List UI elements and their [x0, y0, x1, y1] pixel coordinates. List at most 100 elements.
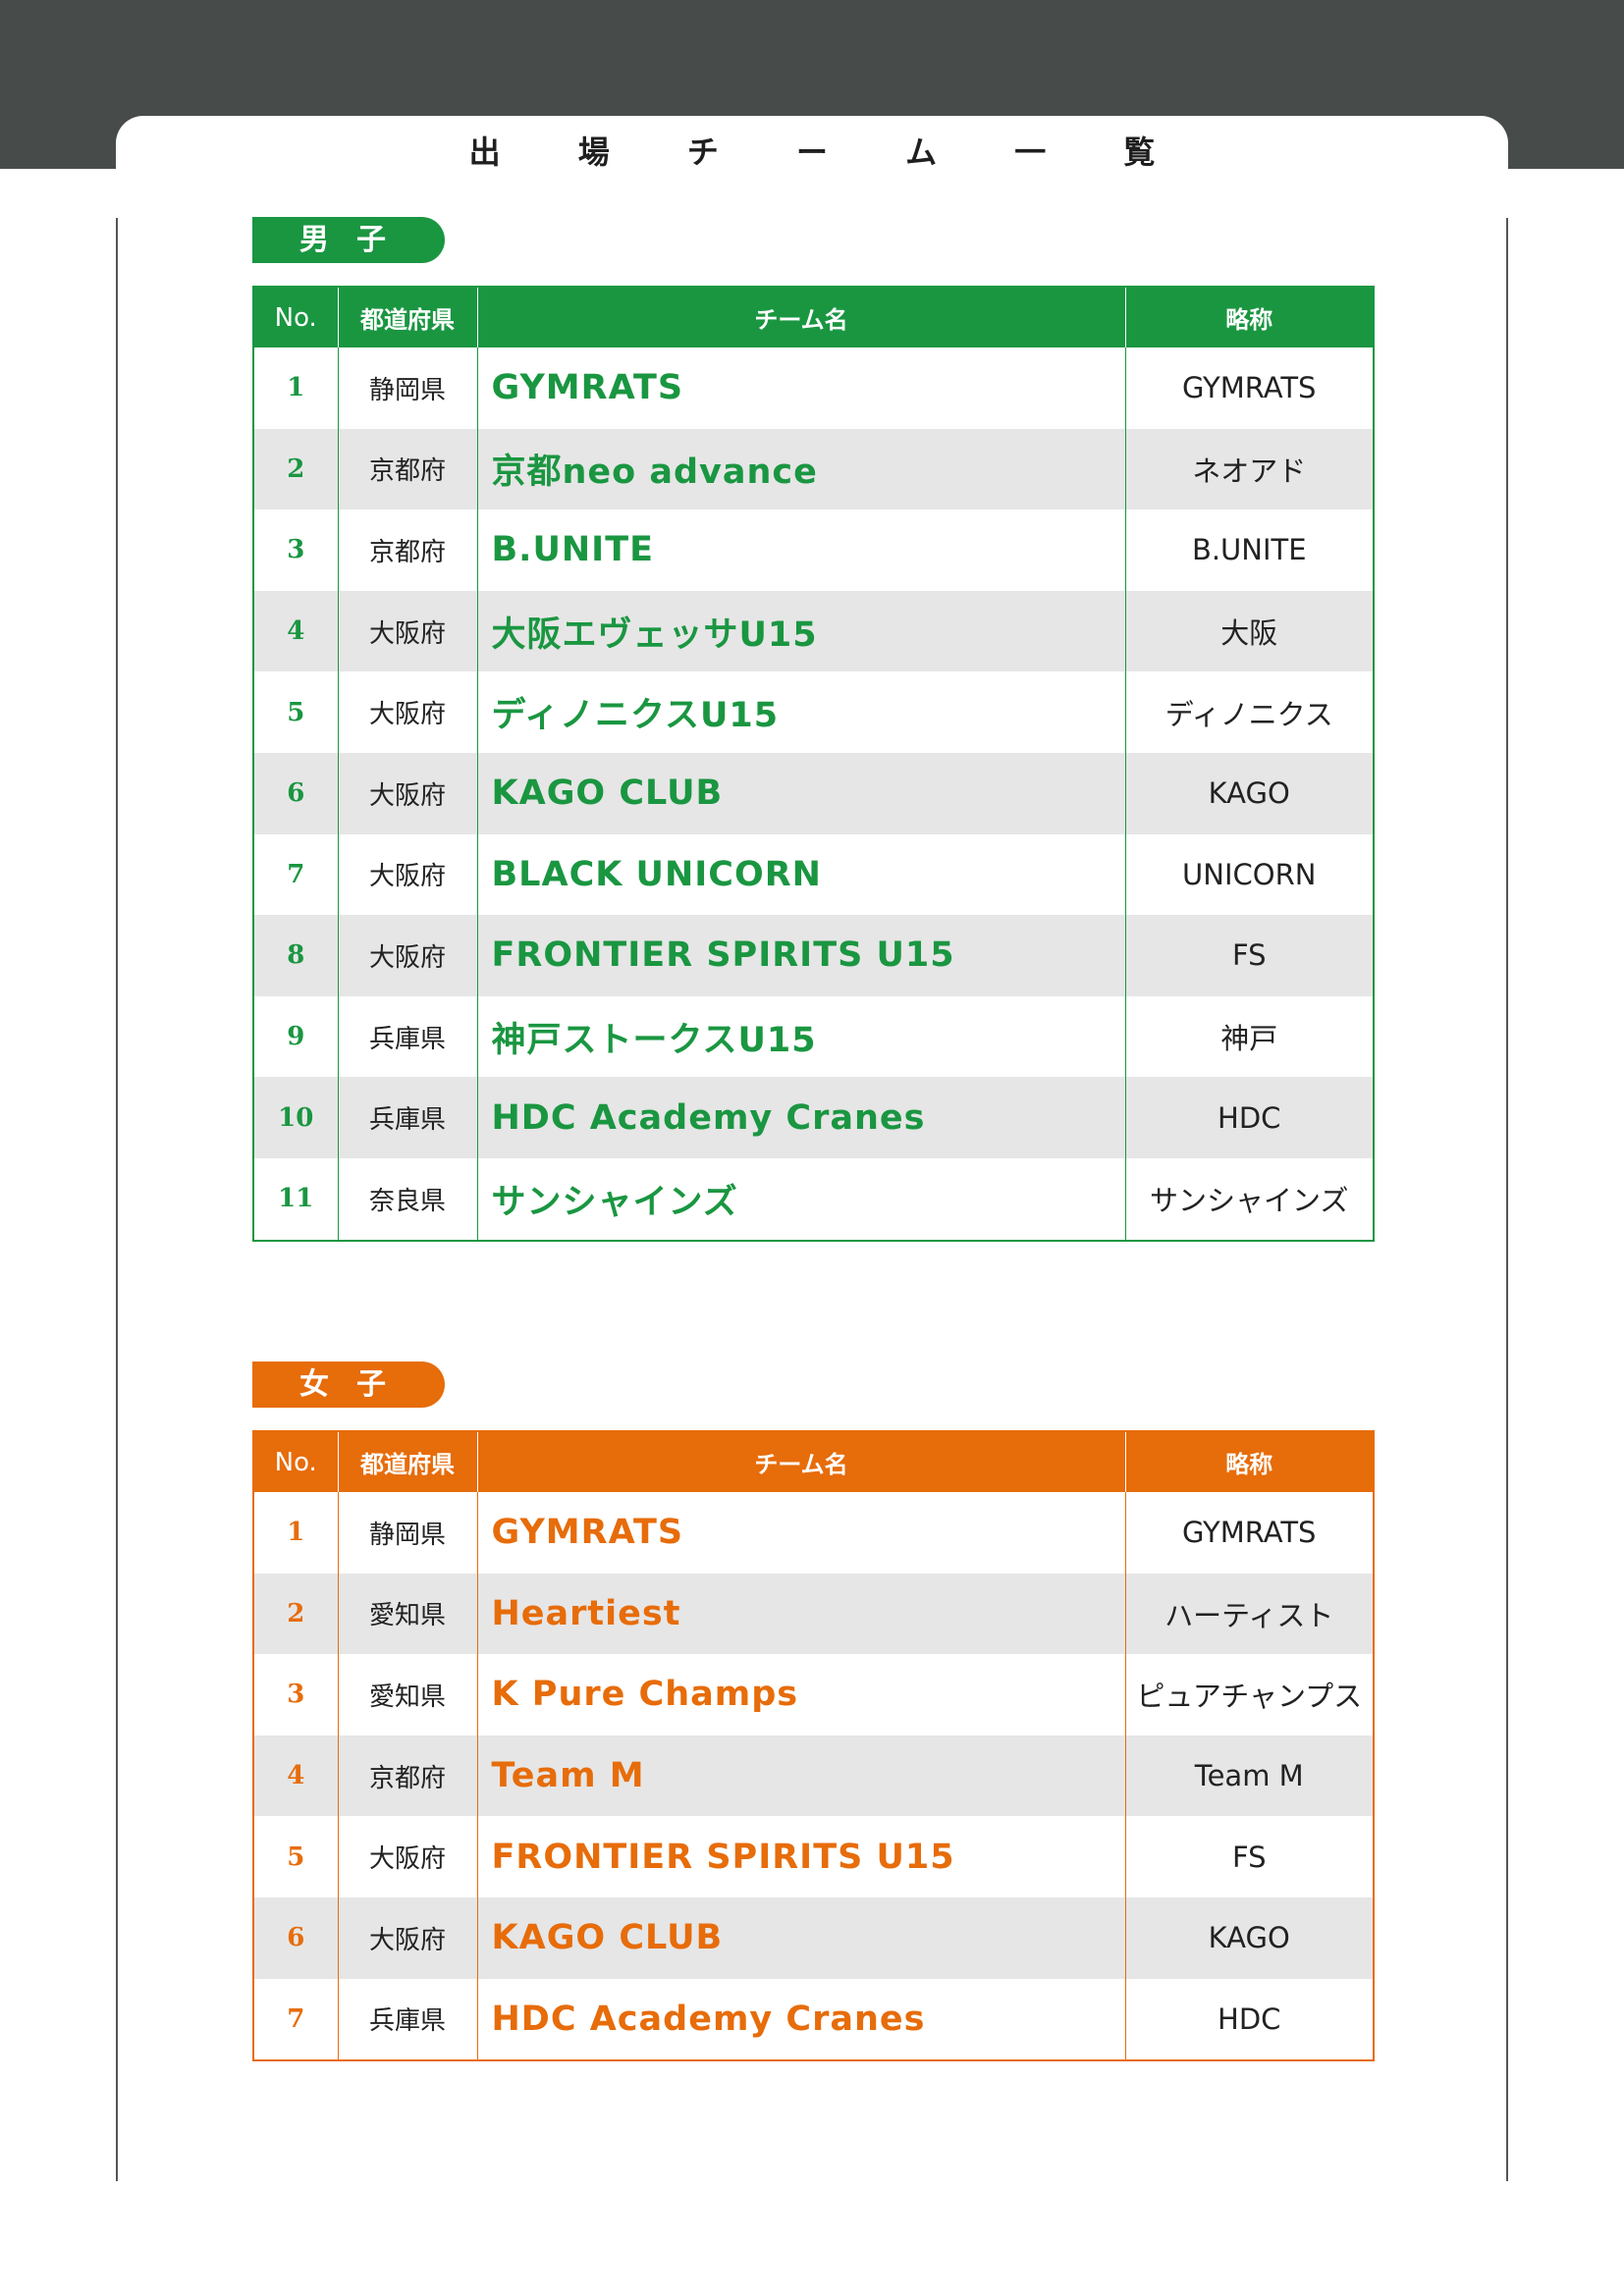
row-no: 2	[253, 428, 339, 510]
row-team: FRONTIER SPIRITS U15	[477, 1816, 1126, 1897]
row-team: HDC Academy Cranes	[477, 1077, 1126, 1158]
row-abbr: FS	[1125, 915, 1374, 996]
table-header-row: No. 都道府県 チーム名 略称	[253, 1431, 1374, 1492]
table-row: 1 静岡県 GYMRATS GYMRATS	[253, 1492, 1374, 1574]
row-abbr: FS	[1231, 1840, 1267, 1874]
row-no: 4	[253, 590, 339, 672]
header-abbr: 略称	[1125, 1431, 1374, 1492]
row-prefecture: 兵庫県	[338, 1978, 478, 2061]
row-team: B.UNITE	[477, 509, 1126, 591]
row-prefecture: 大阪府	[338, 590, 478, 672]
header-prefecture: 都道府県	[338, 287, 478, 347]
row-prefecture: 大阪府	[338, 833, 478, 916]
row-no: 11	[253, 1157, 339, 1241]
row-abbr: 大阪	[1125, 590, 1374, 672]
table-row: 5 大阪府 ディノニクスU15 ディノニクス	[253, 671, 1374, 753]
row-team: 京都neo advance	[477, 428, 1126, 510]
row-abbr: ピュアチャンプス	[1136, 1680, 1363, 1714]
row-no: 1	[253, 347, 339, 429]
row-team: GYMRATS	[477, 1492, 1126, 1574]
row-team: K Pure Champs	[477, 1654, 1126, 1735]
row-no: 5	[253, 671, 339, 753]
table-row: 11 奈良県 サンシャインズ サンシャインズ	[253, 1157, 1374, 1241]
header-abbr: 略称	[1125, 287, 1374, 347]
row-no: 9	[253, 995, 339, 1078]
header-no: No.	[253, 1431, 339, 1492]
header-team: チーム名	[477, 287, 1126, 347]
table-row: 4 大阪府 大阪エヴェッサU15 大阪	[253, 590, 1374, 672]
row-prefecture: 大阪府	[338, 1896, 478, 1979]
row-team: GYMRATS	[477, 347, 1126, 429]
row-prefecture: 兵庫県	[338, 1077, 478, 1158]
row-no: 3	[253, 1654, 339, 1735]
table-row: 10 兵庫県 HDC Academy Cranes HDC	[253, 1077, 1374, 1158]
row-team: KAGO CLUB	[477, 752, 1126, 834]
row-prefecture: 京都府	[338, 509, 478, 591]
row-prefecture: 奈良県	[338, 1157, 478, 1241]
row-no: 1	[253, 1492, 339, 1574]
row-team: KAGO CLUB	[477, 1896, 1126, 1979]
row-team: 大阪エヴェッサU15	[477, 590, 1126, 672]
section-label-women: 女子	[252, 1362, 445, 1408]
row-team: FRONTIER SPIRITS U15	[477, 915, 1126, 996]
row-abbr: ディノニクス	[1164, 697, 1333, 731]
table-row: 7 大阪府 BLACK UNICORN UNICORN	[253, 833, 1374, 916]
row-team: 神戸ストークスU15	[477, 995, 1126, 1078]
row-no: 8	[253, 915, 339, 996]
row-prefecture: 兵庫県	[338, 995, 478, 1078]
row-prefecture: 大阪府	[338, 752, 478, 834]
row-abbr: UNICORN	[1182, 857, 1317, 891]
table-row: 8 大阪府 FRONTIER SPIRITS U15 FS	[253, 915, 1374, 996]
right-border-line	[1506, 218, 1508, 2181]
table-row: 6 大阪府 KAGO CLUB KAGO	[253, 752, 1374, 834]
row-no: 10	[253, 1077, 339, 1158]
row-team: Heartiest	[477, 1573, 1126, 1655]
row-no: 4	[253, 1735, 339, 1817]
table-row: 5 大阪府 FRONTIER SPIRITS U15 FS	[253, 1816, 1374, 1897]
table-row: 1 静岡県 GYMRATS GYMRATS	[253, 347, 1374, 429]
table-row: 9 兵庫県 神戸ストークスU15 神戸	[253, 995, 1374, 1078]
row-abbr: Team M	[1125, 1735, 1374, 1817]
row-abbr: ネオアド	[1125, 428, 1374, 510]
table-row: 3 愛知県 K Pure Champs ピュアチャンプス	[253, 1654, 1374, 1735]
row-prefecture: 大阪府	[338, 915, 478, 996]
women-team-table: No. 都道府県 チーム名 略称 1 静岡県 GYMRATS GYMRATS 2 愛知県…	[252, 1430, 1375, 2062]
row-prefecture: 京都府	[338, 1735, 478, 1817]
row-no: 7	[253, 833, 339, 916]
row-abbr: KAGO	[1125, 752, 1374, 834]
row-prefecture: 静岡県	[338, 347, 478, 429]
table-header-row: No. 都道府県 チーム名 略称	[253, 287, 1374, 347]
row-abbr: 神戸	[1220, 1022, 1278, 1056]
row-no: 5	[253, 1816, 339, 1897]
row-prefecture: 愛知県	[338, 1573, 478, 1655]
header-prefecture: 都道府県	[338, 1431, 478, 1492]
row-no: 3	[253, 509, 339, 591]
row-no: 6	[253, 752, 339, 834]
row-abbr: KAGO	[1125, 1896, 1374, 1979]
table-row: 6 大阪府 KAGO CLUB KAGO	[253, 1896, 1374, 1979]
row-abbr: サンシャインズ	[1150, 1184, 1349, 1218]
table-row: 7 兵庫県 HDC Academy Cranes HDC	[253, 1978, 1374, 2061]
row-prefecture: 愛知県	[338, 1654, 478, 1735]
row-no: 2	[253, 1573, 339, 1655]
table-row: 3 京都府 B.UNITE B.UNITE	[253, 509, 1374, 591]
row-no: 7	[253, 1978, 339, 2061]
row-team: ディノニクスU15	[477, 671, 1126, 753]
row-abbr: B.UNITE	[1191, 533, 1307, 567]
table-row: 2 愛知県 Heartiest ハーティスト	[253, 1573, 1374, 1655]
section-label-men: 男子	[252, 217, 445, 263]
men-team-table: No. 都道府県 チーム名 略称 1 静岡県 GYMRATS GYMRATS 2 京都府…	[252, 286, 1375, 1242]
page-title: 出 場 チ ー ム 一 覧	[468, 133, 1189, 171]
row-no: 6	[253, 1896, 339, 1979]
row-prefecture: 京都府	[338, 428, 478, 510]
row-prefecture: 大阪府	[338, 1816, 478, 1897]
row-abbr: ハーティスト	[1125, 1573, 1374, 1655]
row-abbr: GYMRATS	[1182, 1516, 1317, 1550]
left-border-line	[116, 218, 118, 2181]
table-row: 2 京都府 京都neo advance ネオアド	[253, 428, 1374, 510]
row-abbr: HDC	[1125, 1077, 1374, 1158]
header-team: チーム名	[477, 1431, 1126, 1492]
row-team: Team M	[477, 1735, 1126, 1817]
row-team: BLACK UNICORN	[477, 833, 1126, 916]
row-abbr: HDC	[1218, 2002, 1281, 2036]
